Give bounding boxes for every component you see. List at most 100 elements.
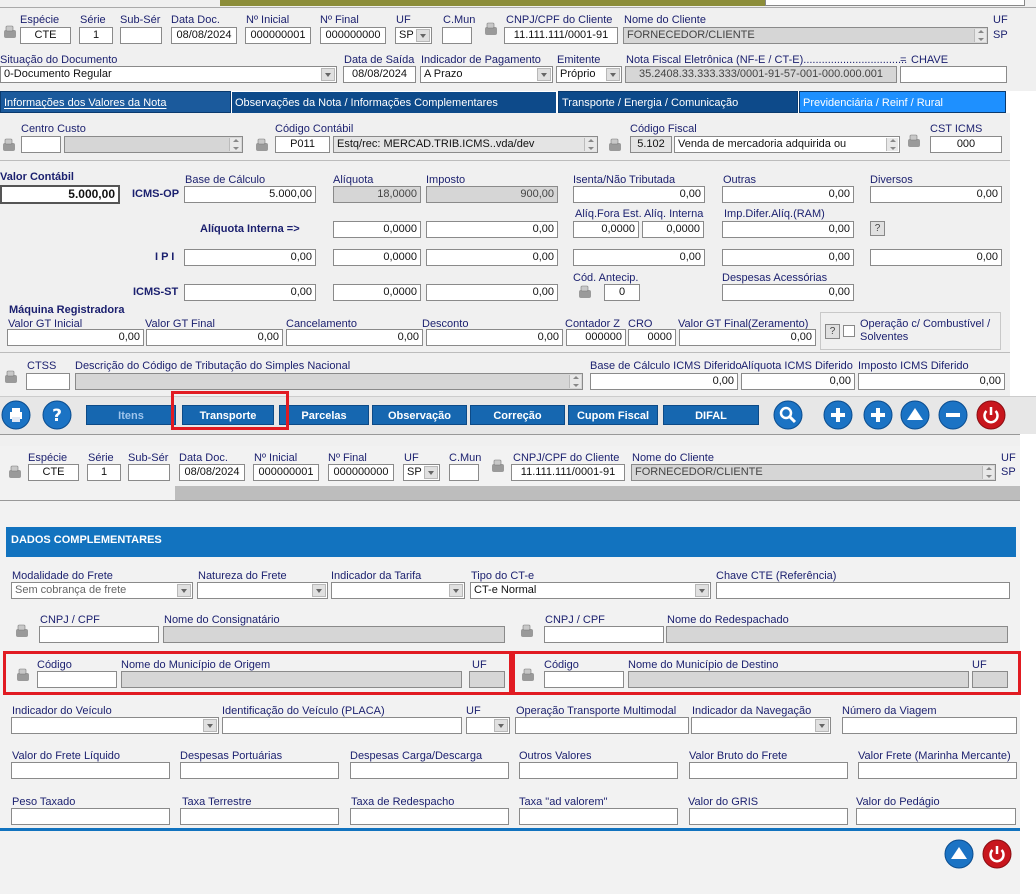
aliqdif-field[interactable]: 0,00 <box>741 373 855 390</box>
gris-field[interactable] <box>689 808 848 825</box>
w2-cmun-field[interactable] <box>449 464 479 481</box>
serie-field[interactable]: 1 <box>79 27 113 44</box>
cmun-field[interactable] <box>442 27 472 44</box>
outros-field[interactable] <box>519 762 678 779</box>
modfrete-select[interactable]: Sem cobrança de frete <box>11 582 193 599</box>
ipi-isenta-field[interactable]: 0,00 <box>573 249 705 266</box>
search-hand-icon[interactable] <box>578 285 594 299</box>
aliqrow-fora-field[interactable]: 0,0000 <box>573 221 639 238</box>
ipi-imposto-field[interactable]: 0,00 <box>426 249 558 266</box>
ipi-diversos-field[interactable]: 0,00 <box>870 249 1002 266</box>
arrow-up-icon[interactable] <box>944 839 974 869</box>
power-icon[interactable] <box>982 839 1012 869</box>
despcarga-field[interactable] <box>350 762 509 779</box>
gtzer-field[interactable]: 0,00 <box>679 329 816 346</box>
taxaredesp-field[interactable] <box>350 808 509 825</box>
w2-datadoc-field[interactable]: 08/08/2024 <box>179 464 245 481</box>
icmsst-base-field[interactable]: 0,00 <box>184 284 316 301</box>
vbruto-field[interactable] <box>689 762 848 779</box>
search-hand-icon[interactable] <box>520 624 536 638</box>
valorcont-field[interactable]: 5.000,00 <box>0 185 120 204</box>
search-hand-icon[interactable] <box>608 138 624 152</box>
w2-nome-field[interactable]: FORNECEDOR/CLIENTE <box>631 464 996 481</box>
aliqrow-aliq-field[interactable]: 0,0000 <box>333 221 421 238</box>
tab-observacoes[interactable]: Observações da Nota / Informações Comple… <box>231 91 557 113</box>
vfreteliq-field[interactable] <box>11 762 170 779</box>
combustivel-checkbox[interactable] <box>843 325 855 337</box>
gtini-field[interactable]: 0,00 <box>7 329 144 346</box>
search-hand-icon[interactable] <box>491 459 507 473</box>
ninicial-field[interactable]: 000000001 <box>245 27 311 44</box>
search-hand-icon[interactable] <box>255 138 271 152</box>
parcelas-button[interactable]: Parcelas <box>279 405 369 425</box>
contabil-field[interactable]: P011 <box>275 136 330 153</box>
nfe-field[interactable]: 35.2408.33.333.333/0001-91-57-001-000.00… <box>625 66 897 83</box>
add-icon[interactable] <box>863 400 893 430</box>
search-hand-icon[interactable] <box>8 465 24 479</box>
search-hand-icon[interactable] <box>2 138 18 152</box>
placa-field[interactable] <box>222 717 462 734</box>
help-button[interactable]: ? <box>870 221 885 236</box>
tab-transporte[interactable]: Transporte / Energia / Comunicação <box>558 91 798 113</box>
cnpj2-field[interactable] <box>544 626 664 643</box>
uf-select[interactable]: SP <box>395 27 432 44</box>
search-hand-icon[interactable] <box>484 22 500 36</box>
icmsop-diversos-field[interactable]: 0,00 <box>870 186 1002 203</box>
w2-especie-field[interactable]: CTE <box>28 464 79 481</box>
icmsop-isenta-field[interactable]: 0,00 <box>573 186 705 203</box>
icmsop-aliq-field[interactable]: 18,0000 <box>333 186 421 203</box>
aliqrow-imposto-field[interactable]: 0,00 <box>426 221 558 238</box>
observacao-button[interactable]: Observação <box>372 405 467 425</box>
w2-subser-field[interactable] <box>128 464 170 481</box>
correcao-button[interactable]: Correção <box>470 405 565 425</box>
chave-field[interactable] <box>900 66 1007 83</box>
vmarinha-field[interactable] <box>858 762 1017 779</box>
datadoc-field[interactable]: 08/08/2024 <box>171 27 237 44</box>
icmsst-aliq-field[interactable]: 0,0000 <box>333 284 421 301</box>
search-icon[interactable] <box>773 400 803 430</box>
nfinal-field[interactable]: 000000000 <box>320 27 386 44</box>
emitente-select[interactable]: Próprio <box>556 66 622 83</box>
print-icon[interactable] <box>1 400 31 430</box>
aliqrow-difer-field[interactable]: 0,00 <box>722 221 854 238</box>
icmsop-imposto-field[interactable]: 900,00 <box>426 186 558 203</box>
search-hand-icon[interactable] <box>907 134 923 148</box>
subser-field[interactable] <box>120 27 162 44</box>
indtarifa-select[interactable] <box>331 582 465 599</box>
fiscal-field[interactable]: 5.102 <box>630 136 672 153</box>
despacess-field[interactable]: 0,00 <box>722 284 854 301</box>
difal-button[interactable]: DIFAL <box>663 405 759 425</box>
ctss-field[interactable] <box>26 373 70 390</box>
contz-field[interactable]: 000000 <box>566 329 626 346</box>
peso-field[interactable] <box>11 808 170 825</box>
cupom-button[interactable]: Cupom Fiscal <box>568 405 658 425</box>
tipocte-select[interactable]: CT-e Normal <box>470 582 711 599</box>
tab-previdenciaria[interactable]: Previdenciária / Reinf / Rural <box>799 91 1006 113</box>
add-item-icon[interactable] <box>823 400 853 430</box>
search-hand-icon[interactable] <box>15 624 31 638</box>
chavecte-field[interactable] <box>716 582 1010 599</box>
taxaterr-field[interactable] <box>180 808 339 825</box>
icmsop-outras-field[interactable]: 0,00 <box>722 186 854 203</box>
csticms-field[interactable]: 000 <box>930 136 1002 153</box>
aliqrow-interna-field[interactable]: 0,0000 <box>642 221 704 238</box>
tab-valores[interactable]: Informações dos Valores da Nota <box>0 91 231 113</box>
itens-button[interactable]: Itens <box>86 405 176 425</box>
ufv-select[interactable] <box>466 717 510 734</box>
pedagio-field[interactable] <box>856 808 1016 825</box>
power-icon[interactable] <box>976 400 1006 430</box>
indveic-select[interactable] <box>11 717 219 734</box>
search-hand-icon[interactable] <box>3 25 19 39</box>
arrow-up-icon[interactable] <box>900 400 930 430</box>
ipi-outras-field[interactable]: 0,00 <box>722 249 854 266</box>
search-hand-icon[interactable] <box>4 370 20 384</box>
ipi-aliq-field[interactable]: 0,0000 <box>333 249 421 266</box>
codantecip-field[interactable]: 0 <box>604 284 640 301</box>
advalorem-field[interactable] <box>519 808 678 825</box>
cnpj-field[interactable]: 11.111.111/0001-91 <box>504 27 618 44</box>
w2-nfinal-field[interactable]: 000000000 <box>328 464 394 481</box>
cro-field[interactable]: 0000 <box>628 329 676 346</box>
impdif-field[interactable]: 0,00 <box>858 373 1005 390</box>
nome-cliente-field[interactable]: FORNECEDOR/CLIENTE <box>623 27 988 44</box>
w2-cnpj-field[interactable]: 11.111.111/0001-91 <box>511 464 625 481</box>
